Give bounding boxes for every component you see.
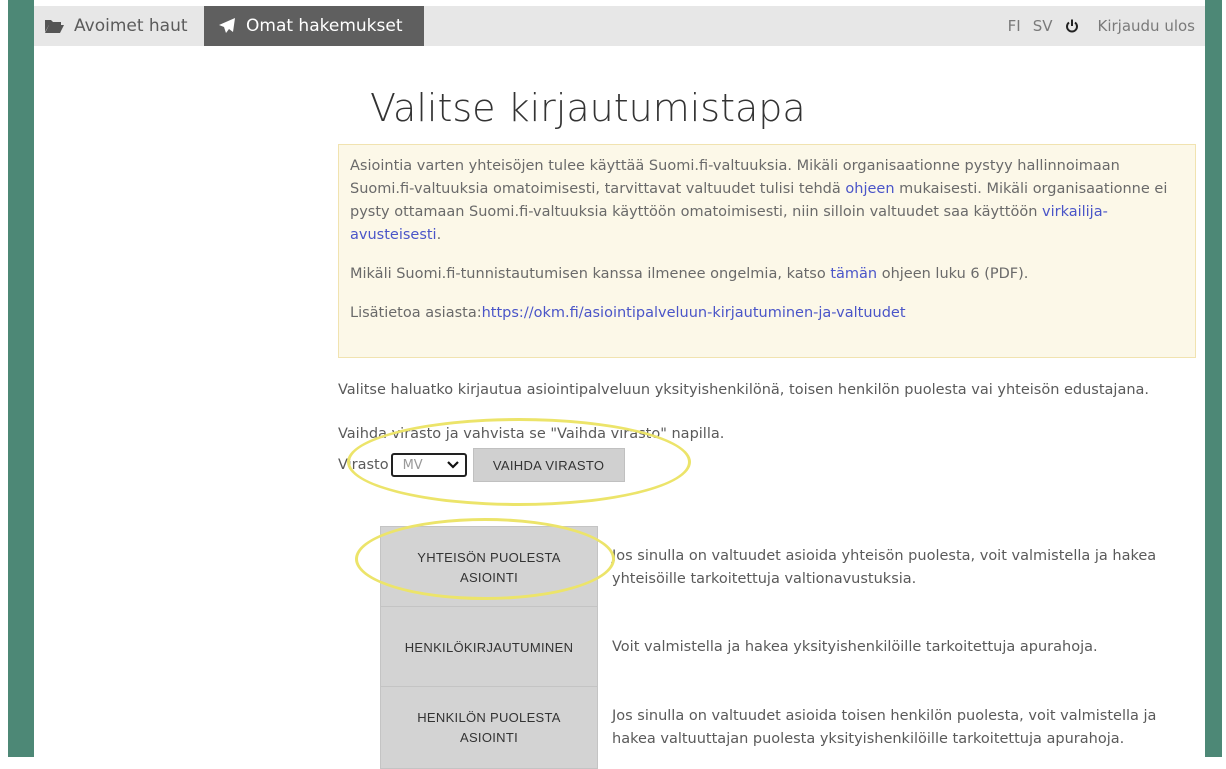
choice-yhteison-puolesta: YHTEISÖN PUOLESTA ASIOINTI Jos sinulla o…	[380, 526, 1172, 609]
folder-open-icon	[45, 20, 64, 33]
choose-instruction: Valitse haluatko kirjautua asiointipalve…	[338, 382, 1150, 398]
page: Avoimet haut Omat hakemukset FI SV Kirja…	[34, 0, 1205, 769]
info-paragraph-1: Asiointia varten yhteisöjen tulee käyttä…	[350, 155, 1185, 247]
ohjeen-link[interactable]: ohjeen	[845, 181, 894, 197]
info-paragraph-2: Mikäli Suomi.fi-tunnistautumisen kanssa …	[350, 263, 1185, 286]
choice-henkilokirjautuminen: HENKILÖKIRJAUTUMINEN Voit valmistella ja…	[380, 606, 1172, 689]
info-text: ohjeen luku 6 (PDF).	[877, 266, 1029, 282]
right-border	[1205, 0, 1226, 757]
lang-fi-link[interactable]: FI	[1008, 17, 1021, 35]
info-text: .	[436, 227, 442, 243]
power-icon	[1065, 19, 1078, 33]
choice-description: Voit valmistella ja hakea yksityishenkil…	[612, 639, 1098, 655]
page-title: Valitse kirjautumistapa	[370, 86, 806, 130]
agency-select[interactable]: MV	[390, 453, 467, 477]
yhteison-puolesta-button[interactable]: YHTEISÖN PUOLESTA ASIOINTI	[380, 526, 598, 609]
info-text: Mikäli Suomi.fi-tunnistautumisen kanssa …	[350, 266, 831, 282]
logout-link[interactable]: Kirjaudu ulos	[1065, 17, 1196, 35]
agency-row: Virasto MV VAIHDA VIRASTO	[338, 448, 625, 482]
agency-label: Virasto	[338, 457, 389, 473]
top-right-menu: FI SV Kirjaudu ulos	[996, 6, 1195, 46]
chevron-down-icon	[446, 461, 459, 469]
choice-description: Jos sinulla on valtuudet asioida toisen …	[612, 707, 1157, 747]
top-nav-bar: Avoimet haut Omat hakemukset FI SV Kirja…	[34, 6, 1205, 46]
taman-link[interactable]: tämän	[830, 266, 877, 282]
left-border	[0, 0, 34, 757]
agency-instruction: Vaihda virasto ja vahvista se "Vaihda vi…	[338, 426, 725, 442]
change-agency-button[interactable]: VAIHDA VIRASTO	[472, 448, 625, 482]
paper-plane-icon	[219, 18, 235, 33]
info-text: Lisätietoa asiasta:	[350, 305, 482, 321]
logout-label: Kirjaudu ulos	[1097, 17, 1196, 35]
tab-avoimet-haut-label: Avoimet haut	[74, 16, 188, 36]
choice-description: Jos sinulla on valtuudet asioida yhteisö…	[612, 547, 1157, 587]
henkilokirjautuminen-button[interactable]: HENKILÖKIRJAUTUMINEN	[380, 606, 598, 689]
info-paragraph-3: Lisätietoa asiasta:https://okm.fi/asioin…	[350, 302, 1185, 325]
tab-omat-hakemukset[interactable]: Omat hakemukset	[204, 6, 424, 46]
tab-avoimet-haut[interactable]: Avoimet haut	[34, 6, 204, 46]
info-box: Asiointia varten yhteisöjen tulee käyttä…	[338, 144, 1196, 358]
lang-sv-link[interactable]: SV	[1033, 17, 1053, 35]
agency-selected-value: MV	[402, 457, 423, 473]
okm-link[interactable]: https://okm.fi/asiointipalveluun-kirjaut…	[482, 305, 906, 321]
tab-omat-hakemukset-label: Omat hakemukset	[246, 16, 403, 36]
